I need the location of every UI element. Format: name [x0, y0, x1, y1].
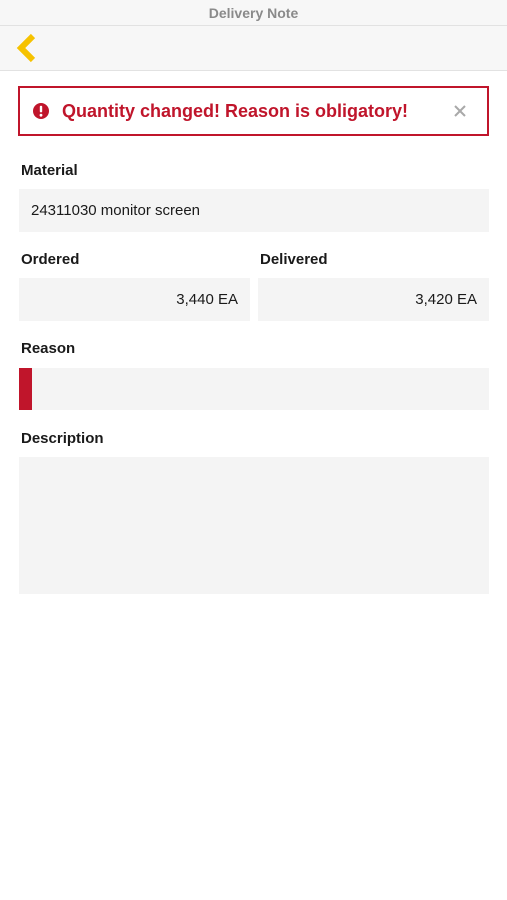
- close-icon: [454, 105, 466, 117]
- back-button[interactable]: [16, 31, 46, 65]
- exclamation-circle-icon: [32, 102, 50, 120]
- chevron-left-icon: [16, 33, 36, 63]
- ordered-value: 3,440 EA: [176, 291, 238, 308]
- material-field[interactable]: 24311030 monitor screen: [19, 189, 489, 232]
- material-label: Material: [21, 162, 78, 179]
- reason-label: Reason: [21, 340, 76, 357]
- description-field[interactable]: [19, 457, 489, 594]
- material-value: 24311030 monitor screen: [31, 202, 200, 219]
- delivery-note-screen: Delivery Note Quantity changed! Reason i…: [0, 0, 507, 900]
- ordered-field[interactable]: 3,440 EA: [19, 278, 250, 321]
- close-alert-button[interactable]: [445, 96, 475, 126]
- delivered-value: 3,420 EA: [415, 291, 477, 308]
- delivered-field[interactable]: 3,420 EA: [258, 278, 489, 321]
- navigation-bar: [0, 26, 507, 71]
- validation-alert: Quantity changed! Reason is obligatory!: [18, 86, 489, 136]
- ordered-label: Ordered: [21, 251, 80, 268]
- description-label: Description: [21, 430, 104, 447]
- required-field-marker: [19, 368, 32, 410]
- window-title: Delivery Note: [208, 4, 299, 21]
- reason-field[interactable]: [19, 368, 489, 410]
- alert-message: Quantity changed! Reason is obligatory!: [62, 100, 409, 121]
- delivered-label: Delivered: [260, 251, 328, 268]
- window-title-bar: Delivery Note: [0, 0, 507, 26]
